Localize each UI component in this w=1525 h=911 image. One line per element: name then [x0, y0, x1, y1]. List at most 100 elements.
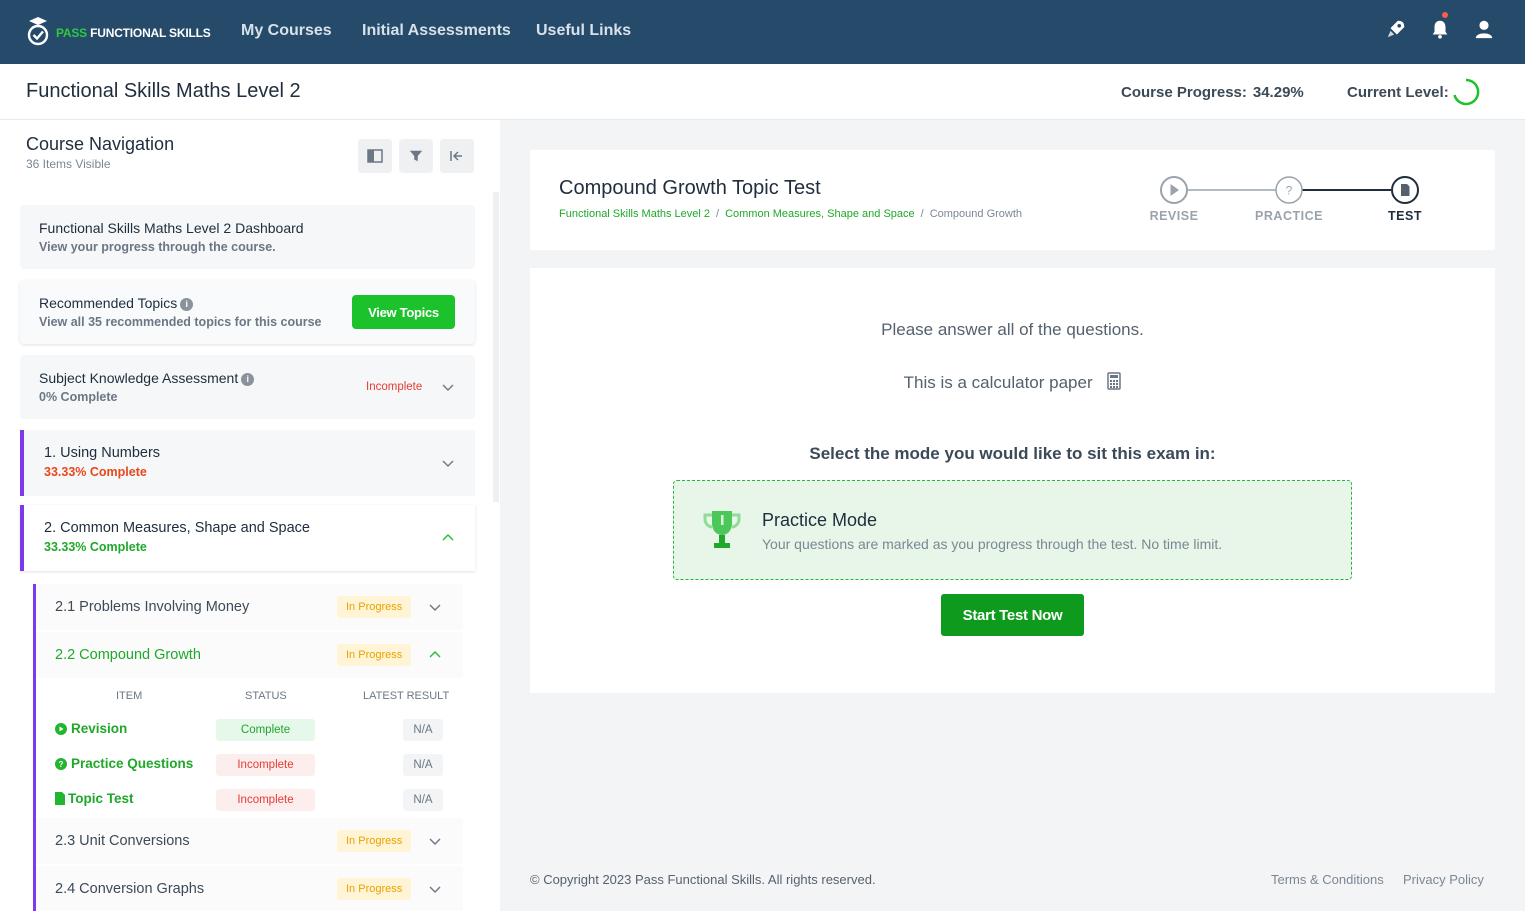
practice-mode-title: Practice Mode — [762, 510, 878, 530]
breadcrumb-link[interactable]: Functional Skills Maths Level 2 — [559, 208, 710, 220]
play-step-icon[interactable] — [1159, 175, 1189, 205]
practice-questions-link[interactable]: Practice Questions — [71, 756, 193, 771]
result-badge: N/A — [403, 754, 443, 776]
terms-link[interactable]: Terms & Conditions — [1271, 872, 1384, 887]
chevron-down-icon[interactable] — [441, 380, 455, 394]
level-ring-icon — [1453, 78, 1480, 106]
notification-dot — [1442, 12, 1448, 18]
layout-icon — [367, 149, 383, 163]
topic-row[interactable]: 2.1 Problems Involving Money In Progress — [36, 584, 463, 630]
test-title: Compound Growth Topic Test — [559, 177, 821, 199]
topic-title: 2.1 Problems Involving Money — [55, 599, 250, 615]
topic-row[interactable]: 2.3 Unit Conversions In Progress — [36, 818, 463, 864]
nav-my-courses[interactable]: My Courses — [241, 22, 332, 40]
breadcrumb: Functional Skills Maths Level 2/Common M… — [559, 208, 1023, 220]
info-icon[interactable]: i — [180, 298, 194, 311]
module-2-topics: 2.1 Problems Involving Money In Progress… — [33, 584, 463, 911]
table-header-status: STATUS — [245, 690, 287, 702]
logo-badge-icon — [27, 17, 49, 46]
topic-row-active[interactable]: 2.2 Compound Growth In Progress — [36, 632, 463, 678]
logo-text: PASS FUNCTIONAL SKILLS — [56, 26, 211, 40]
chevron-down-icon[interactable] — [428, 834, 442, 848]
top-navbar: PASS FUNCTIONAL SKILLS My Courses Initia… — [0, 0, 1525, 64]
topic-status: In Progress — [337, 830, 412, 852]
module-1[interactable]: 1. Using Numbers 33.33% Complete — [20, 430, 475, 496]
result-badge: N/A — [403, 719, 443, 741]
nav-initial-assessments[interactable]: Initial Assessments — [362, 22, 511, 40]
bell-icon[interactable] — [1429, 12, 1451, 42]
status-badge: Incomplete — [216, 789, 315, 811]
footer-copyright: © Copyright 2023 Pass Functional Skills.… — [530, 872, 876, 887]
ska-subtitle: 0% Complete — [39, 390, 118, 404]
chevron-up-icon[interactable] — [428, 648, 442, 662]
sidebar-subtitle: 36 Items Visible — [26, 157, 111, 171]
nav-useful-links[interactable]: Useful Links — [536, 22, 631, 40]
revision-link[interactable]: Revision — [71, 721, 127, 736]
module-progress: 33.33% Complete — [44, 465, 147, 479]
table-header-result: LATEST RESULT — [363, 690, 450, 702]
topic-title: 2.3 Unit Conversions — [55, 833, 190, 849]
test-body-card: Please answer all of the questions. This… — [530, 268, 1495, 693]
topic-row[interactable]: 2.4 Conversion Graphs In Progress — [36, 866, 463, 911]
dashboard-title: Functional Skills Maths Level 2 Dashboar… — [39, 220, 304, 236]
collapse-sidebar-button[interactable] — [440, 139, 474, 173]
stepper: ? REVISE PRACTICE TEST — [1145, 174, 1435, 234]
instruction-select-mode: Select the mode you would like to sit th… — [809, 444, 1216, 463]
topic-status: In Progress — [337, 644, 412, 666]
view-topics-button[interactable]: View Topics — [352, 295, 455, 329]
filter-button[interactable] — [399, 139, 433, 173]
info-icon[interactable]: i — [241, 373, 255, 386]
logo[interactable]: PASS FUNCTIONAL SKILLS — [26, 16, 211, 48]
instruction-answer-all: Please answer all of the questions. — [881, 320, 1144, 339]
dashboard-card[interactable]: Functional Skills Maths Level 2 Dashboar… — [20, 205, 475, 269]
breadcrumb-link[interactable]: Common Measures, Shape and Space — [725, 208, 915, 220]
instruction-calculator: This is a calculator paper — [530, 372, 1495, 393]
recommended-topics-subtitle: View all 35 recommended topics for this … — [39, 315, 322, 329]
module-title: 2. Common Measures, Shape and Space — [44, 520, 310, 536]
step-label-practice: PRACTICE — [1255, 209, 1323, 223]
step-label-revise: REVISE — [1149, 209, 1199, 223]
question-circle-icon: ? — [55, 758, 67, 770]
practice-mode-option[interactable]: Practice Mode Your questions are marked … — [673, 480, 1352, 580]
document-icon — [55, 792, 65, 805]
privacy-link[interactable]: Privacy Policy — [1403, 872, 1484, 887]
topic-test-link[interactable]: Topic Test — [68, 791, 134, 806]
status-badge: Complete — [216, 719, 315, 741]
start-test-button[interactable]: Start Test Now — [941, 594, 1084, 636]
ska-status: Incomplete — [366, 381, 423, 393]
sidebar-title: Course Navigation — [26, 134, 175, 154]
svg-text:?: ? — [59, 760, 64, 769]
chevron-down-icon[interactable] — [441, 456, 455, 470]
subject-knowledge-assessment-card[interactable]: Subject Knowledge Assessment i 0% Complet… — [20, 355, 475, 419]
rocket-icon[interactable] — [1385, 18, 1407, 42]
course-progress: Course Progress: 34.29% — [1121, 84, 1304, 101]
trophy-icon — [703, 511, 741, 548]
course-title: Functional Skills Maths Level 2 — [26, 80, 301, 102]
dashboard-subtitle: View your progress through the course. — [39, 240, 276, 254]
topic-status: In Progress — [337, 596, 412, 618]
chevron-down-icon[interactable] — [428, 600, 442, 614]
chevron-up-icon[interactable] — [441, 531, 455, 545]
document-step-icon[interactable] — [1390, 175, 1420, 205]
calculator-icon — [1107, 372, 1122, 390]
current-level-label: Current Level: — [1347, 84, 1449, 101]
chevron-down-icon[interactable] — [428, 882, 442, 896]
step-label-test: TEST — [1388, 209, 1422, 223]
module-title: 1. Using Numbers — [44, 445, 161, 461]
svg-text:?: ? — [1286, 184, 1293, 198]
module-2[interactable]: 2. Common Measures, Shape and Space 33.3… — [20, 505, 475, 571]
topic-status: In Progress — [337, 878, 412, 900]
course-header: Functional Skills Maths Level 2 Course P… — [0, 64, 1525, 120]
filter-icon — [409, 150, 423, 162]
test-header-card: Compound Growth Topic Test Functional Sk… — [530, 150, 1495, 250]
recommended-topics-title: Recommended Topics i — [39, 295, 194, 311]
play-circle-icon — [55, 723, 67, 735]
ska-title: Subject Knowledge Assessment i — [39, 370, 255, 386]
layout-toggle-button[interactable] — [358, 139, 392, 173]
user-icon[interactable] — [1473, 18, 1495, 42]
breadcrumb-current: Compound Growth — [929, 208, 1023, 220]
result-badge: N/A — [403, 789, 443, 811]
recommended-topics-card: Recommended Topics i View all 35 recommen… — [20, 280, 475, 344]
sidebar-scrollbar[interactable] — [493, 192, 499, 502]
question-step-icon[interactable]: ? — [1274, 175, 1304, 205]
